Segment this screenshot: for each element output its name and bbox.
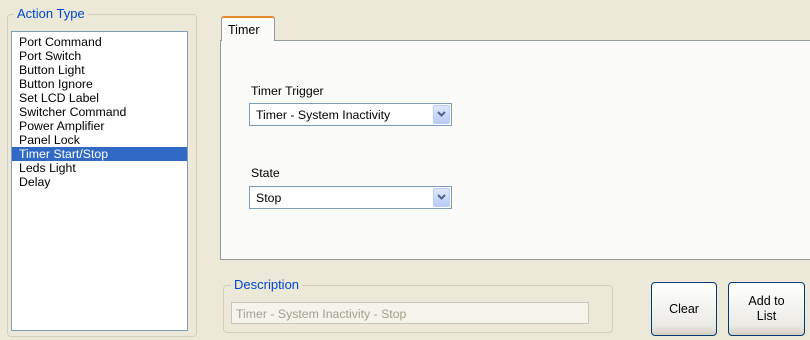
clear-button-label: Clear (669, 301, 699, 316)
list-item[interactable]: Switcher Command (12, 105, 187, 119)
add-to-list-button-label: Add to List (748, 294, 784, 324)
tab-timer[interactable]: Timer (221, 16, 275, 41)
add-to-list-line2: List (756, 309, 777, 323)
timer-trigger-label: Timer Trigger (251, 84, 324, 98)
add-to-list-line1: Add to (748, 294, 785, 308)
list-item[interactable]: Button Light (12, 63, 187, 77)
timer-tab-panel (220, 40, 810, 260)
list-item[interactable]: Panel Lock (12, 133, 187, 147)
list-item[interactable]: Set LCD Label (12, 91, 187, 105)
timer-trigger-dropdown[interactable]: Timer - System Inactivity (249, 103, 452, 126)
state-dropdown[interactable]: Stop (249, 186, 452, 209)
action-type-title: Action Type (14, 7, 88, 21)
list-item[interactable]: Delay (12, 175, 187, 189)
list-item[interactable]: Button Ignore (12, 77, 187, 91)
state-value: Stop (256, 191, 282, 205)
add-to-list-button[interactable]: Add to List (728, 282, 805, 336)
description-title: Description (231, 278, 303, 292)
list-item[interactable]: Leds Light (12, 161, 187, 175)
action-type-list[interactable]: Port Command Port Switch Button Light Bu… (11, 31, 188, 331)
list-item[interactable]: Port Command (12, 35, 187, 49)
list-item[interactable]: Port Switch (12, 49, 187, 63)
list-item[interactable]: Power Amplifier (12, 119, 187, 133)
list-item-selected[interactable]: Timer Start/Stop (12, 147, 187, 161)
description-field[interactable]: Timer - System Inactivity - Stop (231, 302, 589, 324)
timer-trigger-value: Timer - System Inactivity (256, 108, 391, 122)
state-label: State (251, 166, 280, 180)
clear-button[interactable]: Clear (651, 282, 717, 336)
chevron-down-icon[interactable] (433, 105, 450, 124)
chevron-down-icon[interactable] (433, 188, 450, 207)
